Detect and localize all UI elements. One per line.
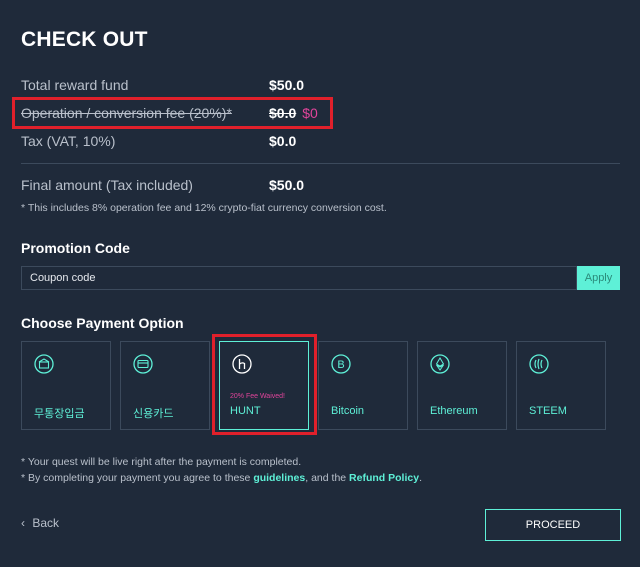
tax-value: $0.0	[269, 133, 297, 149]
coupon-input[interactable]	[21, 266, 577, 290]
payment-option-label: Bitcoin	[331, 405, 365, 417]
proceed-button[interactable]: PROCEED	[485, 509, 621, 541]
total-reward-label: Total reward fund	[21, 77, 129, 93]
tax-label: Tax (VAT, 10%)	[21, 133, 116, 149]
page-title: CHECK OUT	[21, 28, 148, 51]
fee-highlight-box	[12, 97, 333, 129]
total-reward-value: $50.0	[269, 77, 305, 93]
payment-option-credit-card[interactable]: 신용카드	[120, 341, 210, 430]
credit-card-icon	[133, 354, 153, 374]
guidelines-link[interactable]: guidelines	[253, 472, 305, 484]
bank-transfer-icon	[34, 354, 54, 374]
agree-suffix: .	[419, 472, 422, 484]
payment-option-ethereum[interactable]: Ethereum	[417, 341, 507, 430]
refund-policy-link[interactable]: Refund Policy	[349, 472, 419, 484]
summary-divider	[21, 163, 620, 164]
back-label: Back	[32, 516, 60, 530]
footer-note-agree: * By completing your payment you agree t…	[21, 472, 422, 484]
payment-option-label: 무통장입금	[34, 408, 85, 420]
payment-option-bitcoin[interactable]: B Bitcoin	[318, 341, 408, 430]
payment-option-label: STEEM	[529, 405, 567, 417]
agree-middle: , and the	[305, 472, 350, 484]
footer-note-live: * Your quest will be live right after th…	[21, 456, 302, 468]
steem-icon	[529, 354, 549, 374]
agree-prefix: * By completing your payment you agree t…	[21, 472, 254, 484]
chevron-left-icon: ‹	[21, 516, 25, 530]
fee-note: * This includes 8% operation fee and 12%…	[21, 202, 387, 214]
back-button[interactable]: ‹ Back	[21, 516, 59, 530]
final-amount-label: Final amount (Tax included)	[21, 177, 193, 193]
svg-text:B: B	[337, 359, 344, 371]
payment-option-label: Ethereum	[430, 405, 478, 417]
final-amount-value: $50.0	[269, 177, 305, 193]
ethereum-icon	[430, 354, 450, 374]
payment-option-label: 신용카드	[133, 408, 174, 420]
total-reward-row: Total reward fund $50.0	[21, 77, 621, 97]
bitcoin-icon: B	[331, 354, 351, 374]
tax-row: Tax (VAT, 10%) $0.0	[21, 133, 621, 153]
final-amount-row: Final amount (Tax included) $50.0	[21, 177, 621, 197]
hunt-highlight-box	[212, 334, 317, 435]
promotion-heading: Promotion Code	[21, 240, 130, 256]
payment-option-steem[interactable]: STEEM	[516, 341, 606, 430]
apply-button[interactable]: Apply	[577, 266, 620, 290]
payment-option-bank-transfer[interactable]: 무통장입금	[21, 341, 111, 430]
payment-heading: Choose Payment Option	[21, 315, 184, 331]
